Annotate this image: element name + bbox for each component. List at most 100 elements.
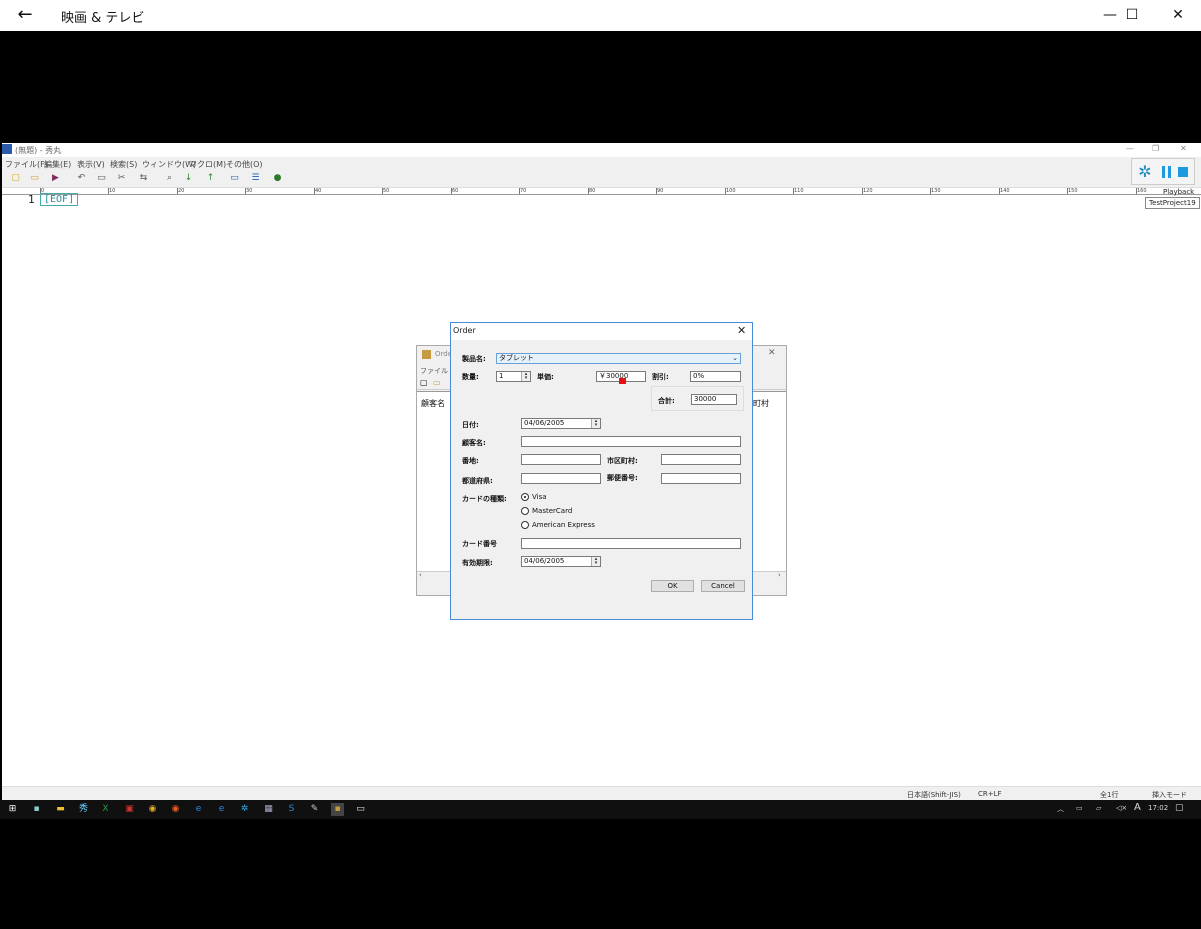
status-encoding: 日本語(Shift-JIS) xyxy=(907,791,961,799)
menu-view[interactable]: 表示(V) xyxy=(77,159,105,170)
save-icon[interactable]: ▶ xyxy=(50,173,61,184)
discount-field[interactable]: 0% xyxy=(690,371,741,382)
prefecture-field[interactable] xyxy=(521,473,601,484)
app-title: 映画 & テレビ xyxy=(61,11,145,26)
back-arrow-icon[interactable]: ← xyxy=(12,4,38,26)
edge-icon[interactable]: e xyxy=(192,803,205,816)
editor-minimize-icon[interactable]: — xyxy=(1126,144,1134,153)
volume-icon[interactable]: ◁× xyxy=(1116,804,1127,812)
stop-icon[interactable] xyxy=(1178,167,1188,177)
ruler-label: 60 xyxy=(452,188,459,194)
battery-icon[interactable]: ▭ xyxy=(1076,804,1083,812)
tool-icon[interactable]: ✲ xyxy=(238,803,251,816)
ruler-label: 80 xyxy=(589,188,596,194)
address-field[interactable] xyxy=(521,454,601,465)
ok-button[interactable]: OK xyxy=(651,580,694,592)
cancel-button[interactable]: Cancel xyxy=(701,580,745,592)
order-dialog-titlebar: Order ✕ xyxy=(451,323,752,340)
clock[interactable]: 17:02 xyxy=(1148,804,1168,812)
background-form-menu[interactable]: ファイル xyxy=(420,366,448,376)
menu-search[interactable]: 検索(S) xyxy=(110,159,137,170)
firefox-icon[interactable]: ◉ xyxy=(169,803,182,816)
new-file-icon[interactable]: ▢ xyxy=(10,173,21,184)
quantity-spin-icon[interactable]: ▴ ▾ xyxy=(521,372,530,381)
search-icon[interactable]: ⌕ xyxy=(164,173,175,184)
network-icon[interactable]: ▱ xyxy=(1096,804,1101,812)
expiry-spin-icon[interactable]: ▴ ▾ xyxy=(591,557,600,566)
card-number-field[interactable] xyxy=(521,538,741,549)
project-tooltip: TestProject19 xyxy=(1145,197,1200,209)
pause-icon[interactable] xyxy=(1162,166,1172,178)
product-label: 製品名: xyxy=(462,355,486,363)
tray-chevron-icon[interactable]: ︿ xyxy=(1057,804,1064,814)
date-picker[interactable]: 04/06/2005 ▴ ▾ xyxy=(521,418,601,429)
copy-icon[interactable]: ▭ xyxy=(96,173,107,184)
paste-icon[interactable]: ⇆ xyxy=(138,173,149,184)
search-down-icon[interactable]: ↓ xyxy=(183,173,194,184)
chrome-icon[interactable]: ◉ xyxy=(146,803,159,816)
line-number: 1 xyxy=(28,193,35,206)
app-icon[interactable]: ▦ xyxy=(262,803,275,816)
customer-field[interactable] xyxy=(521,436,741,447)
order-app-icon[interactable]: ▪ xyxy=(331,803,344,816)
open-icon[interactable]: ▭ xyxy=(433,378,441,387)
city-field[interactable] xyxy=(661,454,741,465)
visa-radio[interactable] xyxy=(521,493,529,501)
editor-statusbar: 日本語(Shift-JIS) CR+LF 全1行 挿入モード xyxy=(2,786,1201,800)
price-label: 単価: xyxy=(537,373,554,381)
status-mode: 挿入モード xyxy=(1152,791,1187,799)
editor-app-icon xyxy=(2,144,12,154)
excel-icon[interactable]: X xyxy=(99,803,112,816)
open-folder-icon[interactable]: ▭ xyxy=(29,173,40,184)
new-doc-icon[interactable]: ▢ xyxy=(420,378,428,387)
split-window-icon[interactable]: ☰ xyxy=(250,173,261,184)
background-form-close-icon[interactable]: ✕ xyxy=(768,348,776,358)
globe-icon[interactable]: ● xyxy=(272,173,283,184)
file-explorer-icon[interactable]: ▬ xyxy=(54,803,67,816)
ruler-label: 130 xyxy=(931,188,941,194)
ruler-label: 150 xyxy=(1068,188,1078,194)
maximize-button[interactable]: ☐ xyxy=(1109,0,1155,31)
menu-file[interactable]: ファイル(F) xyxy=(5,159,48,170)
app-icon[interactable]: ▭ xyxy=(354,803,367,816)
card-type-label: カードの種類: xyxy=(462,495,507,503)
windows-start-icon[interactable]: ⊞ xyxy=(6,803,19,816)
menu-edit[interactable]: 編集(E) xyxy=(44,159,71,170)
app-icon[interactable]: ▪ xyxy=(30,803,43,816)
amex-radio[interactable] xyxy=(521,521,529,529)
customer-label: 顧客名: xyxy=(462,439,486,447)
ruler-label: 10 xyxy=(109,188,116,194)
product-select[interactable]: タブレット ⌄ xyxy=(496,353,741,364)
expiry-picker[interactable]: 04/06/2005 ▴ ▾ xyxy=(521,556,601,567)
skype-icon[interactable]: S xyxy=(285,803,298,816)
ruler-label: 100 xyxy=(726,188,736,194)
editor-close-icon[interactable]: ✕ xyxy=(1180,144,1187,153)
scroll-right-icon[interactable]: › xyxy=(778,571,781,579)
scroll-left-icon[interactable]: ‹ xyxy=(419,571,422,579)
app-icon[interactable]: ✎ xyxy=(308,803,321,816)
card-number-label: カード番号 xyxy=(462,540,497,548)
order-dialog-close-icon[interactable]: ✕ xyxy=(737,324,746,337)
close-button[interactable]: ✕ xyxy=(1155,0,1201,31)
date-spin-icon[interactable]: ▴ ▾ xyxy=(591,419,600,428)
status-lines: 全1行 xyxy=(1100,791,1119,799)
search-up-icon[interactable]: ↑ xyxy=(205,173,216,184)
ie-icon[interactable]: e xyxy=(215,803,228,816)
undo-icon[interactable]: ↶ xyxy=(76,173,87,184)
amex-label: American Express xyxy=(532,521,595,529)
hidemaru-icon[interactable]: 秀 xyxy=(77,803,90,816)
menu-other[interactable]: その他(O) xyxy=(226,159,263,170)
zip-field[interactable] xyxy=(661,473,741,484)
window-icon[interactable]: ▭ xyxy=(229,173,240,184)
app-icon[interactable]: ▣ xyxy=(123,803,136,816)
quantity-stepper[interactable]: 1 ▴ ▾ xyxy=(496,371,531,382)
chevron-down-icon[interactable]: ⌄ xyxy=(732,354,738,363)
ime-indicator[interactable]: A xyxy=(1134,802,1141,813)
notification-icon[interactable]: ▢ xyxy=(1175,803,1184,813)
cut-icon[interactable]: ✂ xyxy=(116,173,127,184)
mastercard-radio[interactable] xyxy=(521,507,529,515)
expiry-label: 有効期限: xyxy=(462,559,493,567)
editor-title: (無題) - 秀丸 xyxy=(15,146,62,155)
menu-macro[interactable]: マクロ(M) xyxy=(189,159,226,170)
editor-restore-icon[interactable]: ❐ xyxy=(1152,144,1159,153)
